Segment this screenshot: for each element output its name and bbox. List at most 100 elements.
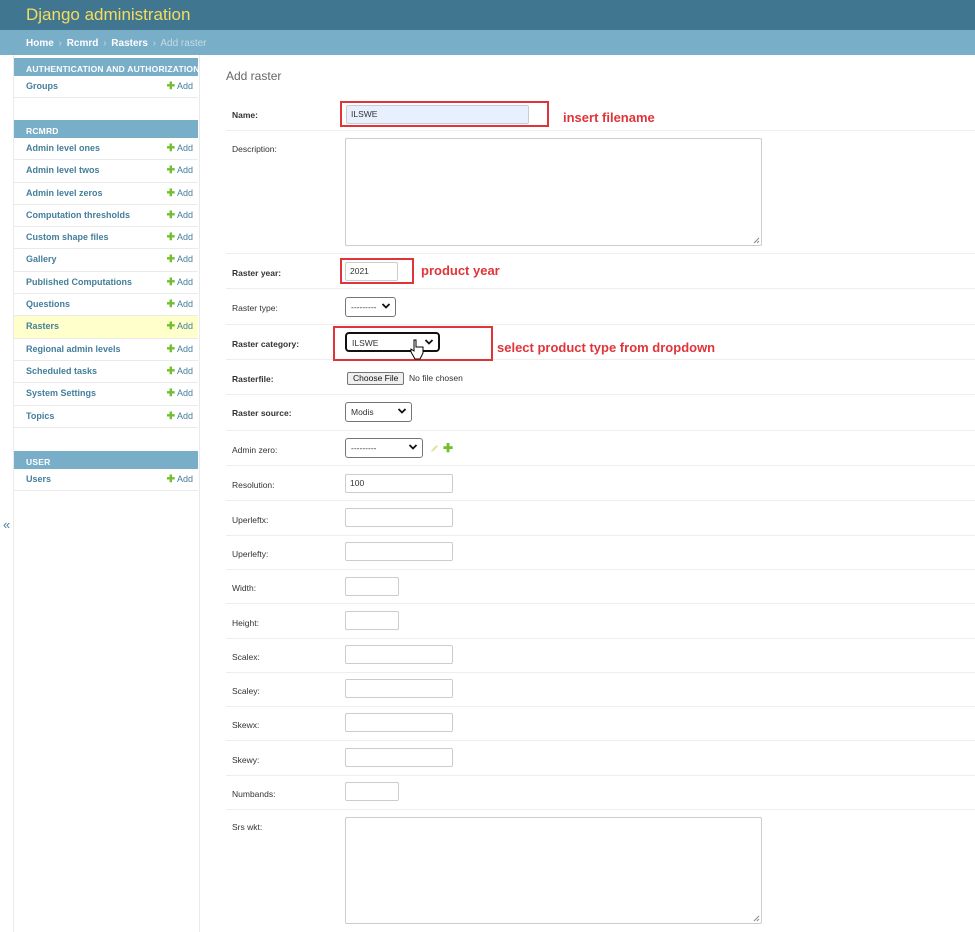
raster-type-label: Raster type: <box>232 303 278 313</box>
choose-file-button[interactable]: Choose File <box>347 372 405 385</box>
add-label: Add <box>176 343 193 354</box>
model-link-questions[interactable]: Questions <box>26 299 70 309</box>
form-row-skewx: Skewx: <box>226 707 975 741</box>
numbands-input[interactable] <box>345 782 399 801</box>
form-row-width: Width: <box>226 570 975 604</box>
add-label: Add <box>176 187 193 198</box>
form-row-scaley: Scaley: <box>226 673 975 707</box>
resize-grip-icon[interactable] <box>753 915 760 922</box>
model-link-groups[interactable]: Groups <box>26 81 58 91</box>
resolution-input[interactable]: 100 <box>345 474 453 493</box>
model-row-custom-shape-files: Custom shape files ✚ Add <box>14 227 198 250</box>
breadcrumb-separator: › <box>103 38 107 49</box>
plus-icon[interactable]: ✚ <box>443 441 453 455</box>
plus-icon: ✚ <box>166 165 175 177</box>
sidebar-collapse-toggle[interactable]: « <box>3 517 10 532</box>
model-link-scheduled-tasks[interactable]: Scheduled tasks <box>26 366 97 376</box>
add-topics-link[interactable]: ✚ Add <box>167 411 193 422</box>
add-groups-link[interactable]: ✚ Add <box>167 81 193 92</box>
add-admin-level-twos-link[interactable]: ✚ Add <box>167 165 193 176</box>
module-authentication: Authentication and Authorization Groups … <box>14 58 199 98</box>
skewy-input[interactable] <box>345 748 453 767</box>
add-label: Add <box>176 276 193 287</box>
add-computation-thresholds-link[interactable]: ✚ Add <box>167 210 193 221</box>
annotation-select-product-type: select product type from dropdown <box>497 340 716 355</box>
annotation-insert-filename: insert filename <box>563 110 655 125</box>
model-row-topics: Topics ✚ Add <box>14 406 198 428</box>
add-scheduled-tasks-link[interactable]: ✚ Add <box>167 366 193 377</box>
srs-wkt-textarea[interactable] <box>345 817 762 924</box>
module-caption[interactable]: RCMRD <box>14 120 198 138</box>
raster-type-select[interactable]: --------- <box>345 297 396 317</box>
uperlefty-input[interactable] <box>345 542 453 561</box>
uperlefty-label: Uperlefty: <box>232 549 269 559</box>
scalex-input[interactable] <box>345 645 453 664</box>
height-label: Height: <box>232 618 259 628</box>
numbands-label: Numbands: <box>232 789 276 799</box>
skewx-input[interactable] <box>345 713 453 732</box>
add-published-computations-link[interactable]: ✚ Add <box>167 277 193 288</box>
model-link-topics[interactable]: Topics <box>26 411 54 421</box>
add-admin-level-ones-link[interactable]: ✚ Add <box>167 143 193 154</box>
form-row-srs-wkt: Srs wkt: <box>226 810 975 932</box>
plus-icon: ✚ <box>166 474 175 485</box>
add-system-settings-link[interactable]: ✚ Add <box>167 388 193 399</box>
name-label: Name: <box>232 110 258 120</box>
model-link-users[interactable]: Users <box>26 474 51 484</box>
add-questions-link[interactable]: ✚ Add <box>167 299 193 310</box>
model-link-admin-level-twos[interactable]: Admin level twos <box>26 165 100 175</box>
model-link-rasters[interactable]: Rasters <box>26 321 59 331</box>
scalex-label: Scalex: <box>232 652 260 662</box>
width-input[interactable] <box>345 577 399 596</box>
model-row-groups: Groups ✚ Add <box>14 76 198 98</box>
add-custom-shape-files-link[interactable]: ✚ Add <box>167 232 193 243</box>
add-users-link[interactable]: ✚ Add <box>167 474 193 485</box>
add-gallery-link[interactable]: ✚ Add <box>167 254 193 265</box>
pencil-icon[interactable] <box>430 444 439 453</box>
model-row-admin-level-zeros: Admin level zeros ✚ Add <box>14 183 198 205</box>
annotation-box-name <box>340 101 549 127</box>
model-link-computation-thresholds[interactable]: Computation thresholds <box>26 210 130 220</box>
model-row-scheduled-tasks: Scheduled tasks ✚ Add <box>14 361 198 384</box>
form-row-raster-source: Raster source: Modis <box>226 395 975 431</box>
add-label: Add <box>176 254 193 265</box>
annotation-box-year <box>340 258 414 284</box>
form-row-scalex: Scalex: <box>226 639 975 673</box>
model-link-custom-shape-files[interactable]: Custom shape files <box>26 232 109 242</box>
chevron-down-icon <box>397 408 407 414</box>
breadcrumb-rcmrd[interactable]: Rcmrd <box>67 38 99 49</box>
form-row-uperleftx: Uperleftx: <box>226 501 975 536</box>
description-textarea[interactable] <box>345 138 762 246</box>
height-input[interactable] <box>345 611 399 630</box>
add-label: Add <box>176 388 193 399</box>
raster-source-value: Modis <box>351 407 374 417</box>
raster-category-label: Raster category: <box>232 339 300 349</box>
model-link-gallery[interactable]: Gallery <box>26 254 57 264</box>
plus-icon: ✚ <box>166 299 175 311</box>
add-admin-level-zeros-link[interactable]: ✚ Add <box>167 188 193 199</box>
module-caption[interactable]: User <box>14 451 198 469</box>
add-regional-admin-levels-link[interactable]: ✚ Add <box>167 344 193 355</box>
model-row-rasters: Rasters ✚ Add <box>14 316 198 339</box>
scaley-input[interactable] <box>345 679 453 698</box>
rasterfile-label: Rasterfile: <box>232 374 274 384</box>
breadcrumb-home[interactable]: Home <box>26 38 54 49</box>
model-link-admin-level-zeros[interactable]: Admin level zeros <box>26 188 103 198</box>
model-link-admin-level-ones[interactable]: Admin level ones <box>26 143 100 153</box>
plus-icon: ✚ <box>166 81 175 92</box>
raster-source-select[interactable]: Modis <box>345 402 412 422</box>
sidebar-divider <box>199 55 200 932</box>
uperleftx-input[interactable] <box>345 508 453 527</box>
site-title[interactable]: Django administration <box>26 5 190 25</box>
skewx-label: Skewx: <box>232 720 260 730</box>
raster-source-label: Raster source: <box>232 408 292 418</box>
add-rasters-link[interactable]: ✚ Add <box>167 321 193 332</box>
admin-zero-select[interactable]: --------- <box>345 438 423 458</box>
model-link-regional-admin-levels[interactable]: Regional admin levels <box>26 344 121 354</box>
breadcrumb-rasters[interactable]: Rasters <box>111 38 148 49</box>
module-caption[interactable]: Authentication and Authorization <box>14 58 199 76</box>
resize-grip-icon[interactable] <box>753 237 760 244</box>
model-link-system-settings[interactable]: System Settings <box>26 388 96 398</box>
model-link-published-computations[interactable]: Published Computations <box>26 277 132 287</box>
model-row-gallery: Gallery ✚ Add <box>14 249 198 272</box>
